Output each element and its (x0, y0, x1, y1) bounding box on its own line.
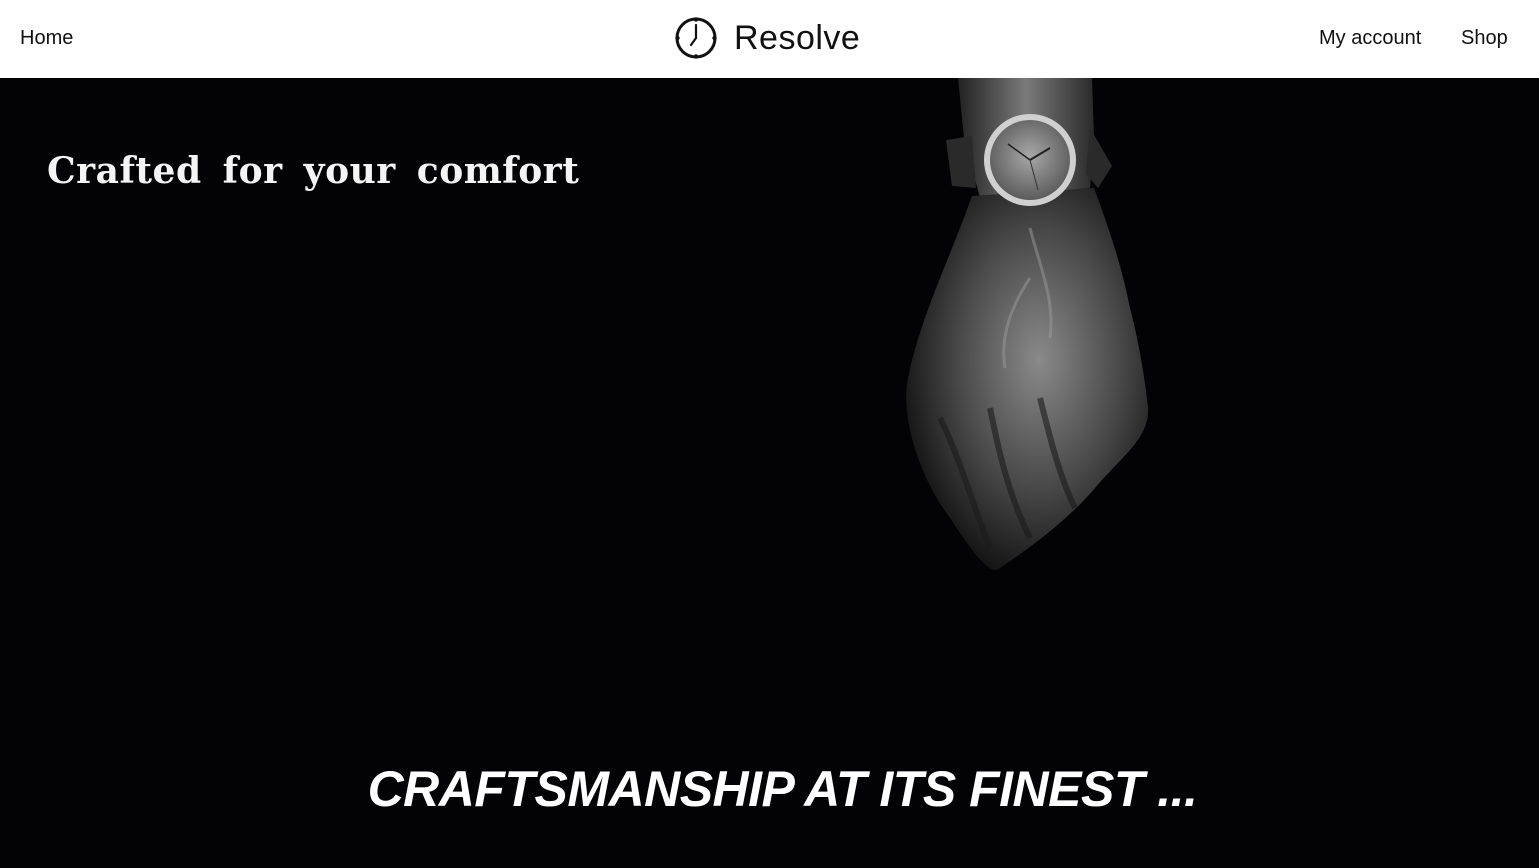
hero-headline: CRAFTSMANSHIP AT ITS FINEST ... (367, 761, 1198, 817)
hero-banner: Crafted for your comfort CRAFTSMANSHIP A… (0, 78, 1539, 868)
hero-tagline: Crafted for your comfort (47, 150, 580, 192)
brand-name: Resolve (734, 19, 861, 57)
nav-my-account-link[interactable]: My account (1319, 25, 1421, 51)
brand-logo[interactable]: Resolve (674, 14, 860, 62)
hero-watch-hand-image (906, 78, 1149, 570)
clock-icon (675, 17, 717, 59)
top-navbar: Home Resolve My account Shop (0, 0, 1539, 78)
nav-home-link[interactable]: Home (20, 25, 73, 51)
nav-shop-link[interactable]: Shop (1461, 25, 1508, 51)
